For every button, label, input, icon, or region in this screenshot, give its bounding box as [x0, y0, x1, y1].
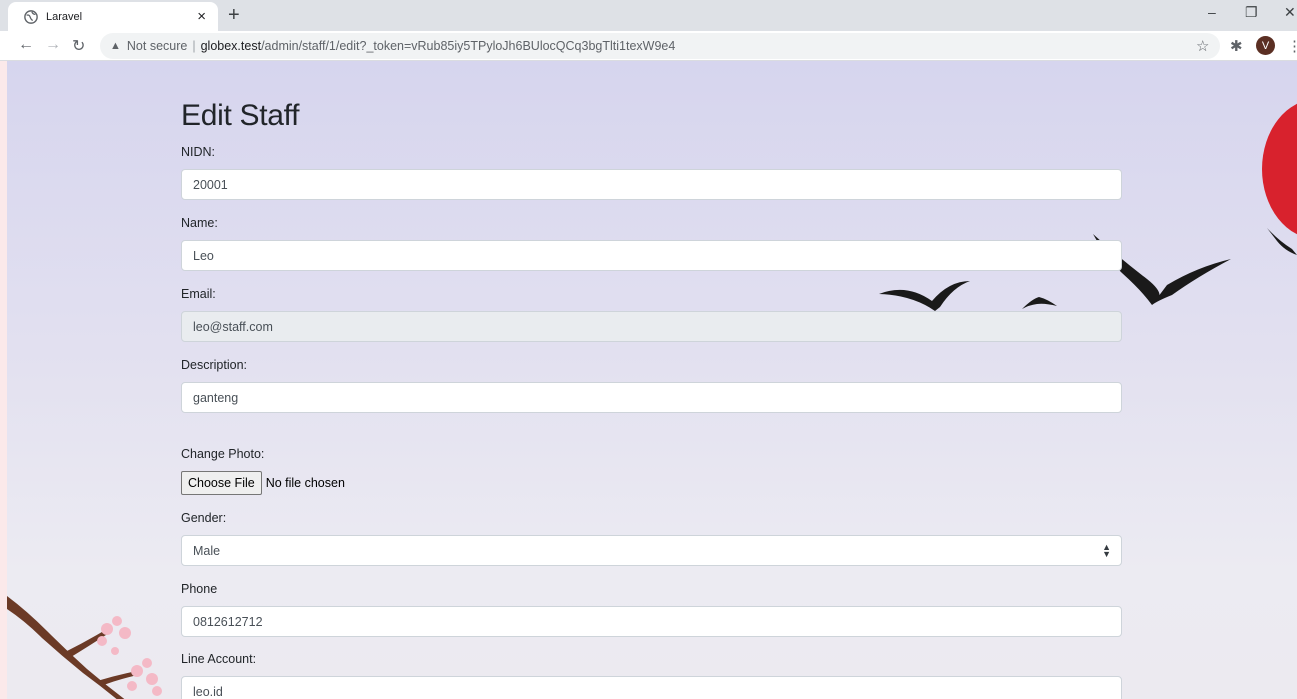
sun-decoration [1262, 99, 1297, 239]
browser-tab[interactable]: Laravel × [8, 2, 218, 31]
minimize-icon[interactable]: – [1208, 4, 1216, 20]
url-separator: | [192, 39, 196, 53]
globe-icon [24, 9, 38, 24]
name-input[interactable] [181, 240, 1122, 271]
tab-title: Laravel [46, 10, 83, 23]
cherry-branch-illustration [7, 596, 162, 699]
nidn-input[interactable] [181, 169, 1122, 200]
change-photo-label: Change Photo: [181, 447, 265, 461]
restore-icon[interactable]: ❐ [1245, 4, 1258, 21]
forward-arrow-icon[interactable]: → [45, 36, 61, 54]
back-arrow-icon[interactable]: ← [18, 36, 34, 54]
close-window-icon[interactable]: ✕ [1284, 4, 1296, 21]
extensions-puzzle-icon[interactable]: ✱ [1230, 37, 1243, 55]
bookmark-star-icon[interactable]: ☆ [1196, 37, 1209, 55]
page-title: Edit Staff [181, 99, 300, 132]
line-account-input[interactable] [181, 676, 1122, 699]
photo-file-input: Choose File No file chosen [181, 471, 345, 495]
profile-avatar[interactable]: V [1256, 36, 1275, 55]
line-account-label: Line Account: [181, 652, 257, 666]
name-label: Name: [181, 216, 218, 230]
select-caret-icon: ▲ ▼ [1102, 541, 1111, 559]
choose-file-button[interactable]: Choose File [181, 471, 262, 495]
tab-strip: Laravel × + – ❐ ✕ [0, 0, 1297, 31]
nidn-label: NIDN: [181, 145, 216, 159]
gender-selected-value: Male [193, 543, 221, 558]
phone-label: Phone [181, 582, 218, 596]
email-label: Email: [181, 287, 216, 301]
url-path: /admin/staff/1/edit?_token=vRub85iy5TPyl… [261, 39, 676, 53]
birds-illustration [879, 228, 1297, 311]
file-status-text: No file chosen [265, 476, 345, 490]
tab-close-icon[interactable]: × [197, 8, 206, 25]
description-label: Description: [181, 358, 247, 372]
email-input[interactable] [181, 311, 1122, 342]
phone-input[interactable] [181, 606, 1122, 637]
browser-toolbar: ← → ↻ ▲ Not secure | globex.test /admin/… [0, 31, 1297, 61]
warning-triangle-icon: ▲ [110, 40, 121, 52]
description-input[interactable] [181, 382, 1122, 413]
url-host: globex.test [200, 39, 262, 53]
not-secure-label: Not secure [126, 39, 188, 53]
reload-icon[interactable]: ↻ [72, 36, 85, 56]
gender-label: Gender: [181, 511, 227, 525]
gender-select[interactable]: Male ▲ ▼ [181, 535, 1122, 566]
new-tab-button[interactable]: + [228, 4, 240, 27]
address-bar[interactable]: ▲ Not secure | globex.test /admin/staff/… [100, 33, 1220, 59]
page-content: Edit Staff NIDN: Name: Email: Descriptio… [7, 61, 1297, 699]
menu-kebab-icon[interactable]: ⋮ [1287, 37, 1297, 55]
